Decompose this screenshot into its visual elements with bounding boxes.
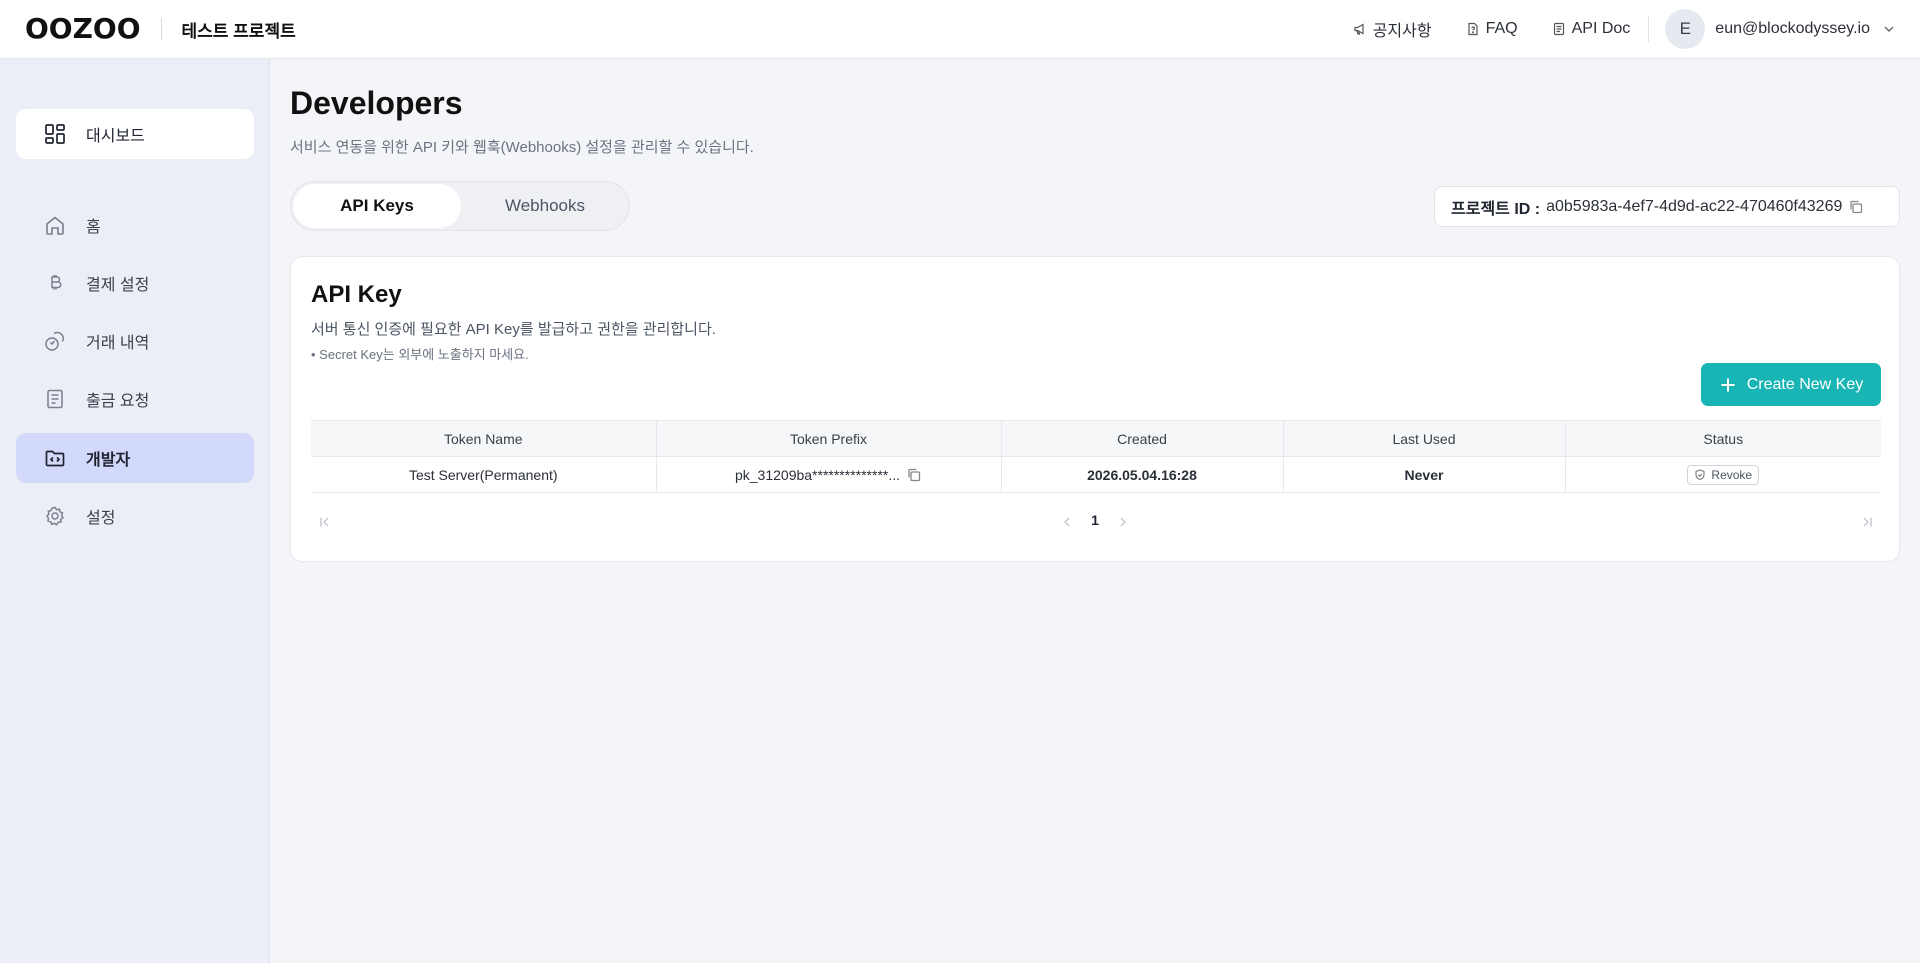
create-new-key-button[interactable]: Create New Key bbox=[1701, 363, 1881, 406]
dashboard-icon bbox=[44, 123, 66, 145]
api-doc-icon bbox=[1552, 22, 1566, 36]
token-prefix-cell: pk_31209ba**************... bbox=[656, 456, 1002, 493]
header-divider bbox=[160, 18, 162, 40]
header-separator bbox=[1648, 16, 1650, 42]
chevron-left-icon[interactable] bbox=[1059, 514, 1075, 530]
page-title: Developers bbox=[290, 85, 463, 121]
column-header: Token Name bbox=[311, 420, 657, 457]
plus-icon bbox=[1719, 376, 1737, 394]
user-email[interactable]: eun@blockodyssey.io bbox=[1715, 20, 1870, 38]
tab-group: API Keys Webhooks bbox=[290, 181, 630, 231]
pagination: 1 bbox=[311, 507, 1881, 537]
faq-doc-icon bbox=[1466, 22, 1480, 36]
sidebar-item-home[interactable]: 홈 bbox=[16, 200, 254, 250]
card-note: • Secret Key는 외부에 노출하지 마세요. bbox=[311, 347, 529, 362]
token-prefix-value: pk_31209ba**************... bbox=[734, 466, 901, 483]
created-cell: 2026.05.04.16:28 bbox=[1001, 456, 1284, 493]
chevron-right-icon[interactable] bbox=[1115, 514, 1131, 530]
card-title: API Key bbox=[311, 281, 402, 308]
column-header: Created bbox=[1001, 420, 1284, 457]
api-key-card: API Key 서버 통신 인증에 필요한 API Key를 발급하고 권한을 … bbox=[290, 256, 1900, 562]
copy-icon[interactable] bbox=[906, 467, 922, 483]
first-page-icon[interactable] bbox=[317, 514, 333, 530]
gear-icon bbox=[44, 505, 66, 527]
chevron-down-icon[interactable] bbox=[1882, 22, 1896, 36]
project-id-value: a0b5983a-4ef7-4d9d-ac22-470460f43269 bbox=[1546, 197, 1843, 215]
sidebar-item-label: 출금 요청 bbox=[86, 393, 150, 410]
page-number[interactable]: 1 bbox=[1083, 512, 1107, 528]
token-name-cell: Test Server(Permanent) bbox=[311, 456, 657, 493]
sidebar-item-transactions[interactable]: 거래 내역 bbox=[16, 316, 254, 366]
last-used-cell: Never bbox=[1283, 456, 1566, 493]
notice-label: 공지사항 bbox=[1372, 23, 1432, 40]
sidebar-item-developers[interactable]: 개발자 bbox=[16, 433, 254, 483]
copy-icon[interactable] bbox=[1848, 199, 1864, 215]
column-header: Token Prefix bbox=[656, 420, 1002, 457]
sidebar-item-label: 대시보드 bbox=[86, 128, 145, 145]
tab-webhooks[interactable]: Webhooks bbox=[461, 184, 629, 228]
column-header: Status bbox=[1565, 420, 1881, 457]
coins-icon bbox=[44, 330, 66, 352]
code-folder-icon bbox=[44, 447, 66, 469]
api-doc-link[interactable]: API Doc bbox=[1552, 20, 1631, 38]
sidebar-item-withdrawal[interactable]: 출금 요청 bbox=[16, 374, 254, 424]
sidebar-item-payment-settings[interactable]: 결제 설정 bbox=[16, 258, 254, 308]
sidebar-item-label: 거래 내역 bbox=[86, 335, 150, 352]
home-icon bbox=[44, 214, 66, 236]
card-description: 서버 통신 인증에 필요한 API Key를 발급하고 권한을 관리합니다. bbox=[311, 321, 716, 338]
column-header: Last Used bbox=[1283, 420, 1566, 457]
logo[interactable]: OOZOO bbox=[25, 15, 141, 43]
table-row: Test Server(Permanent) pk_31209ba*******… bbox=[311, 456, 1881, 493]
last-page-icon[interactable] bbox=[1859, 514, 1875, 530]
bitcoin-icon bbox=[44, 272, 66, 294]
status-cell: Revoke bbox=[1565, 456, 1881, 493]
api-keys-table: Token Name Token Prefix Created Last Use… bbox=[311, 420, 1881, 493]
header-right: 공지사항 FAQ API Doc E eun@blockodyssey.io bbox=[1353, 0, 1920, 58]
sidebar-item-label: 개발자 bbox=[86, 452, 131, 469]
project-name[interactable]: 테스트 프로젝트 bbox=[182, 17, 296, 42]
faq-link[interactable]: FAQ bbox=[1466, 20, 1518, 38]
notice-link[interactable]: 공지사항 bbox=[1353, 17, 1432, 41]
main-content: Developers 서비스 연동을 위한 API 키와 웹훅(Webhooks… bbox=[270, 59, 1920, 963]
api-doc-label: API Doc bbox=[1571, 20, 1631, 37]
shield-icon bbox=[1694, 468, 1706, 481]
sidebar-item-label: 홈 bbox=[86, 219, 101, 236]
document-icon bbox=[44, 388, 66, 410]
revoke-label: Revoke bbox=[1711, 467, 1753, 482]
sidebar-item-label: 설정 bbox=[86, 510, 116, 527]
page-subtitle: 서비스 연동을 위한 API 키와 웹훅(Webhooks) 설정을 관리할 수… bbox=[290, 139, 754, 156]
tab-api-keys[interactable]: API Keys bbox=[293, 184, 461, 228]
revoke-button[interactable]: Revoke bbox=[1687, 464, 1760, 485]
top-header: OOZOO 테스트 프로젝트 공지사항 FAQ API Doc E eun@bl… bbox=[0, 0, 1920, 59]
sidebar-item-settings[interactable]: 설정 bbox=[16, 491, 254, 541]
project-id-label: 프로젝트 ID : bbox=[1451, 200, 1541, 218]
avatar[interactable]: E bbox=[1665, 9, 1706, 49]
table-header-row: Token Name Token Prefix Created Last Use… bbox=[311, 420, 1881, 457]
sidebar-item-dashboard[interactable]: 대시보드 bbox=[16, 109, 254, 159]
faq-label: FAQ bbox=[1485, 20, 1518, 37]
sidebar: 대시보드 홈 결제 설정 거래 내역 출금 요청 개발자 설정 bbox=[0, 59, 270, 963]
sidebar-item-label: 결제 설정 bbox=[86, 277, 150, 294]
project-id-box: 프로젝트 ID : a0b5983a-4ef7-4d9d-ac22-470460… bbox=[1434, 186, 1900, 227]
megaphone-icon bbox=[1353, 22, 1367, 36]
create-new-key-label: Create New Key bbox=[1746, 375, 1864, 393]
token-prefix-wrap: pk_31209ba**************... bbox=[735, 467, 922, 483]
